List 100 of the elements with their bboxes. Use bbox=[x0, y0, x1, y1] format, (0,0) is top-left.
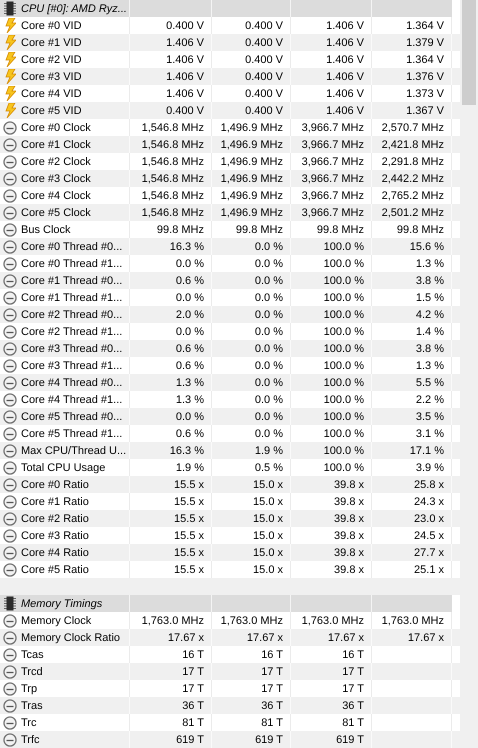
sensor-value: 1,496.9 MHz bbox=[220, 190, 283, 202]
sensor-value: 2.2 % bbox=[416, 394, 444, 406]
sensor-label: Core #2 Clock bbox=[21, 156, 91, 168]
sensor-value: 39.8 x bbox=[334, 478, 364, 490]
sensor-value: 2,501.2 MHz bbox=[382, 206, 444, 218]
sensor-value: 3.5 % bbox=[416, 410, 444, 422]
sensor-value: 17.67 x bbox=[246, 632, 283, 644]
sensor-label: Core #0 Clock bbox=[21, 122, 91, 134]
sensor-value: 1.364 V bbox=[406, 54, 444, 66]
sensor-label: Trcd bbox=[21, 666, 43, 678]
sensor-value: 1,496.9 MHz bbox=[220, 122, 283, 134]
sensor-value: 4.2 % bbox=[416, 308, 444, 320]
sensor-value: 1,546.8 MHz bbox=[142, 156, 204, 168]
sensor-value: 1,546.8 MHz bbox=[142, 172, 204, 184]
sensor-value: 0.6 % bbox=[176, 274, 204, 286]
sensor-value: 100.0 % bbox=[324, 428, 364, 440]
sensor-value: 0.0 % bbox=[254, 274, 283, 286]
sensor-value: 3,966.7 MHz bbox=[302, 190, 364, 202]
sensor-value: 1,496.9 MHz bbox=[220, 172, 283, 184]
sensor-value: 100.0 % bbox=[324, 342, 364, 354]
sensor-value: 15.5 x bbox=[174, 546, 204, 558]
sensor-value: 16.3 % bbox=[170, 444, 204, 456]
lightning-icon bbox=[4, 69, 16, 84]
sensor-value: 0.0 % bbox=[254, 428, 283, 440]
sensor-label: Core #5 Ratio bbox=[21, 564, 89, 576]
section-header[interactable]: CPU [#0]: AMD Ryz... bbox=[0, 0, 452, 17]
sensor-label: Memory Clock Ratio bbox=[21, 632, 120, 644]
sensor-value: 0.400 V bbox=[166, 20, 204, 32]
sensor-value: 15.0 x bbox=[253, 512, 283, 524]
sensor-value: 0.400 V bbox=[245, 70, 283, 82]
sensor-value: 1,763.0 MHz bbox=[382, 614, 444, 626]
sensor-value: 2,765.2 MHz bbox=[382, 190, 444, 202]
sensor-label: Core #3 Ratio bbox=[21, 530, 89, 542]
sensor-value: 15.5 x bbox=[174, 530, 204, 542]
sensor-label: Core #2 VID bbox=[21, 54, 82, 66]
section-header[interactable]: Memory Timings bbox=[0, 595, 452, 612]
section-title: CPU [#0]: AMD Ryz... bbox=[21, 2, 127, 14]
sensor-value: 1.406 V bbox=[326, 20, 364, 32]
sensor-value: 36 T bbox=[182, 700, 204, 712]
sensor-value: 16 T bbox=[182, 648, 204, 660]
sensor-value: 81 T bbox=[261, 716, 283, 728]
sensor-value: 17.67 x bbox=[328, 632, 364, 644]
sensor-value: 0.6 % bbox=[176, 342, 204, 354]
sensor-value: 0.400 V bbox=[245, 104, 283, 116]
sensor-value: 0.0 % bbox=[176, 326, 204, 338]
sensor-value: 619 T bbox=[336, 734, 364, 746]
sensor-value: 17 T bbox=[261, 682, 283, 694]
sensor-label: Core #4 Clock bbox=[21, 190, 91, 202]
clock-icon bbox=[3, 562, 17, 576]
sensor-value: 100.0 % bbox=[324, 258, 364, 270]
sensor-value: 619 T bbox=[255, 734, 283, 746]
sensor-value: 100.0 % bbox=[324, 274, 364, 286]
sensor-label: Core #3 Thread #1... bbox=[21, 360, 122, 372]
sensor-value: 1.5 % bbox=[416, 292, 444, 304]
sensor-value: 99.8 MHz bbox=[156, 224, 204, 236]
sensor-label: Core #1 Ratio bbox=[21, 496, 89, 508]
sensor-value: 0.0 % bbox=[254, 410, 283, 422]
sensor-value: 100.0 % bbox=[324, 394, 364, 406]
sensor-value: 25.8 x bbox=[414, 478, 444, 490]
sensor-value: 17 T bbox=[342, 682, 364, 694]
sensor-value: 3.8 % bbox=[416, 342, 444, 354]
sensor-value: 1.379 V bbox=[406, 36, 444, 48]
sensor-value: 1,496.9 MHz bbox=[220, 138, 283, 150]
sensor-value: 17 T bbox=[261, 666, 283, 678]
sensor-value: 100.0 % bbox=[324, 444, 364, 456]
sensor-value: 15.0 x bbox=[253, 564, 283, 576]
sensor-label: Core #3 Clock bbox=[21, 172, 91, 184]
section-title: Memory Timings bbox=[21, 598, 102, 610]
sensor-value: 3,966.7 MHz bbox=[302, 156, 364, 168]
sensor-value: 23.0 x bbox=[414, 512, 444, 524]
sensor-label: Core #4 Thread #0... bbox=[21, 376, 122, 388]
sensor-value: 1.406 V bbox=[326, 70, 364, 82]
sensor-label: Tras bbox=[21, 700, 43, 712]
sensor-value: 25.1 x bbox=[414, 564, 444, 576]
sensor-value: 81 T bbox=[182, 716, 204, 728]
sensor-value: 36 T bbox=[261, 700, 283, 712]
sensor-value: 99.8 MHz bbox=[236, 224, 283, 236]
sensor-value: 2,421.8 MHz bbox=[382, 138, 444, 150]
sensor-value: 17 T bbox=[182, 666, 204, 678]
sensor-value: 1,546.8 MHz bbox=[142, 206, 204, 218]
sensor-value: 2,291.8 MHz bbox=[382, 156, 444, 168]
sensor-value: 39.8 x bbox=[334, 512, 364, 524]
sensor-value: 27.7 x bbox=[414, 546, 444, 558]
sensor-value: 17.67 x bbox=[408, 632, 444, 644]
sensor-value: 3,966.7 MHz bbox=[302, 206, 364, 218]
sensor-value: 24.5 x bbox=[414, 530, 444, 542]
sensor-value: 1.3 % bbox=[416, 258, 444, 270]
scrollbar-thumb[interactable] bbox=[462, 0, 476, 105]
sensor-label: Core #3 Thread #0... bbox=[21, 342, 122, 354]
sensor-value: 15.0 x bbox=[253, 530, 283, 542]
sensor-label: Trp bbox=[21, 682, 38, 694]
sensor-value: 0.0 % bbox=[176, 292, 204, 304]
sensor-value: 1,763.0 MHz bbox=[220, 614, 283, 626]
sensor-value: 0.400 V bbox=[245, 36, 283, 48]
sensor-value: 1.406 V bbox=[166, 54, 204, 66]
sensor-value: 0.0 % bbox=[254, 342, 283, 354]
sensor-label: Total CPU Usage bbox=[21, 462, 106, 474]
sensor-label: Max CPU/Thread U... bbox=[21, 444, 126, 456]
sensor-value: 0.5 % bbox=[254, 462, 283, 474]
sensor-value: 1,496.9 MHz bbox=[220, 206, 283, 218]
